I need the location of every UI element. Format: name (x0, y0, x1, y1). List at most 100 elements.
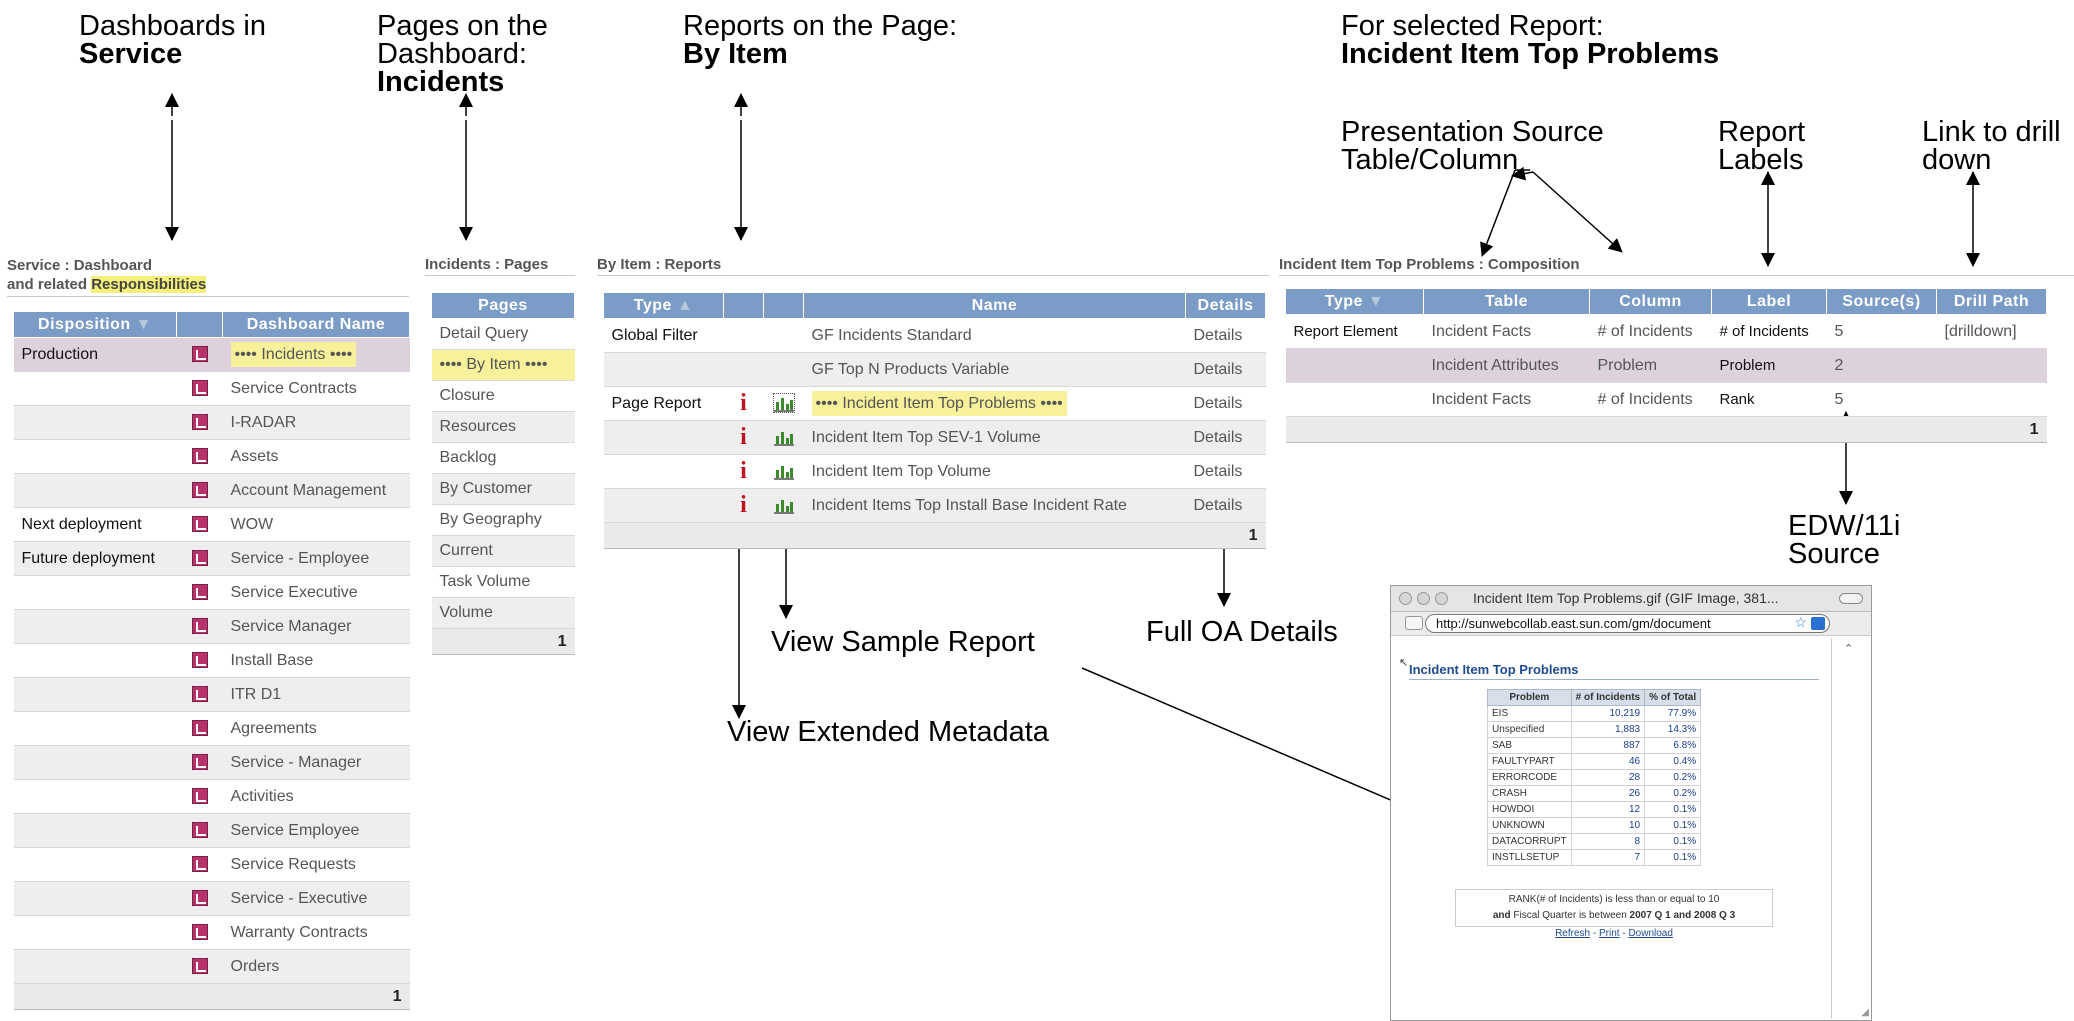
pagination[interactable]: 1 (1285, 416, 2047, 443)
edit-dashboard-icon[interactable] (191, 482, 208, 499)
dashboard-name[interactable]: Service Employee (231, 822, 360, 839)
edit-dashboard-icon[interactable] (191, 788, 208, 805)
pagination[interactable]: 1 (603, 522, 1266, 549)
table-row[interactable]: •••• By Item •••• (431, 349, 575, 381)
url-field[interactable]: http://sunwebcollab.east.sun.com/gm/docu… (1425, 614, 1830, 633)
column-header-type[interactable]: Type ▼ (1285, 288, 1424, 315)
dashboard-name[interactable]: Service - Employee (231, 550, 370, 567)
column-header-disposition[interactable]: Disposition ▼ (13, 311, 177, 338)
page-item[interactable]: •••• By Item •••• (440, 356, 548, 373)
dashboard-name[interactable]: Service Manager (231, 618, 352, 635)
dashboard-name[interactable]: Activities (231, 788, 294, 805)
table-row[interactable]: Agreements (13, 711, 410, 746)
dashboard-name[interactable]: Service - Executive (231, 890, 368, 907)
scroll-up-icon[interactable]: ⌃ (1844, 642, 1853, 655)
page-item[interactable]: By Geography (440, 511, 542, 528)
details-link[interactable]: Details (1185, 352, 1266, 387)
info-icon[interactable]: i (740, 458, 747, 484)
edit-dashboard-icon[interactable] (191, 448, 208, 465)
dashboard-name[interactable]: Warranty Contracts (231, 924, 368, 941)
table-row[interactable]: By Geography (431, 504, 575, 536)
table-row[interactable]: Service Requests (13, 847, 410, 882)
table-row[interactable]: Task Volume (431, 566, 575, 598)
table-row[interactable]: Backlog (431, 442, 575, 474)
edit-dashboard-icon[interactable] (191, 652, 208, 669)
drilldown-link[interactable] (1936, 348, 2047, 383)
zoom-window-icon[interactable] (1435, 592, 1448, 605)
report-name[interactable]: Incident Items Top Install Base Incident… (812, 497, 1127, 514)
details-link[interactable]: Details (1185, 488, 1266, 523)
edit-dashboard-icon[interactable] (191, 720, 208, 737)
table-row[interactable]: Assets (13, 439, 410, 474)
table-row[interactable]: i Incident Items Top Install Base Inciden… (603, 488, 1266, 523)
column-header-column[interactable]: Column (1589, 288, 1712, 315)
info-icon[interactable]: i (740, 390, 747, 416)
column-header-drill-path[interactable]: Drill Path (1936, 288, 2047, 315)
table-row[interactable]: Orders (13, 949, 410, 984)
feed-icon[interactable] (1811, 617, 1825, 630)
table-row[interactable]: By Customer (431, 473, 575, 505)
edit-dashboard-icon[interactable] (191, 414, 208, 431)
report-name[interactable]: GF Top N Products Variable (812, 361, 1010, 378)
table-row[interactable]: Service - Manager (13, 745, 410, 780)
bar-chart-icon[interactable] (773, 496, 794, 515)
column-header-dashboard-name[interactable]: Dashboard Name (222, 311, 410, 338)
table-row[interactable]: ITR D1 (13, 677, 410, 712)
dashboard-name[interactable]: I-RADAR (231, 414, 297, 431)
dashboard-name[interactable]: Service Requests (231, 856, 356, 873)
dashboard-name[interactable]: Account Management (231, 482, 387, 499)
table-row[interactable]: Account Management (13, 473, 410, 508)
dashboard-name[interactable]: Assets (231, 448, 279, 465)
page-item[interactable]: By Customer (440, 480, 532, 497)
print-link[interactable]: Print (1599, 928, 1620, 939)
column-header-sources[interactable]: Source(s) (1826, 288, 1937, 315)
table-row[interactable]: Global Filter GF Incidents Standard Detail… (603, 318, 1266, 353)
edit-dashboard-icon[interactable] (191, 686, 208, 703)
details-link[interactable]: Details (1185, 454, 1266, 489)
edit-dashboard-icon[interactable] (191, 958, 208, 975)
edit-dashboard-icon[interactable] (191, 618, 208, 635)
column-header-type[interactable]: Type ▲ (603, 292, 724, 319)
close-window-icon[interactable] (1399, 592, 1412, 605)
report-name[interactable]: •••• Incident Item Top Problems •••• (811, 390, 1067, 416)
page-item[interactable]: Resources (440, 418, 516, 435)
details-link[interactable]: Details (1185, 386, 1266, 421)
page-item[interactable]: Current (440, 542, 493, 559)
page-item[interactable]: Task Volume (440, 573, 531, 590)
resize-grip-icon[interactable]: ◢ (1861, 1007, 1869, 1018)
table-row[interactable]: Detail Query (431, 318, 575, 350)
dashboard-name[interactable]: ITR D1 (231, 686, 282, 703)
details-link[interactable]: Details (1185, 318, 1266, 353)
report-name[interactable]: Incident Item Top SEV-1 Volume (812, 429, 1041, 446)
table-row[interactable]: GF Top N Products Variable Details (603, 352, 1266, 387)
scrollbar[interactable]: ⌃ (1831, 638, 1872, 1018)
edit-dashboard-icon[interactable] (191, 856, 208, 873)
edit-dashboard-icon[interactable] (191, 754, 208, 771)
dashboard-name[interactable]: Service Contracts (231, 380, 357, 397)
edit-dashboard-icon[interactable] (191, 346, 208, 363)
table-row[interactable]: Service Manager (13, 609, 410, 644)
table-row[interactable]: Volume (431, 597, 575, 629)
table-row[interactable]: Resources (431, 411, 575, 443)
source-cell[interactable]: 5 (1826, 382, 1937, 417)
info-icon[interactable]: i (740, 492, 747, 518)
page-item[interactable]: Detail Query (440, 325, 529, 342)
edit-dashboard-icon[interactable] (191, 924, 208, 941)
table-row[interactable]: Closure (431, 380, 575, 412)
table-row[interactable]: i Incident Item Top Volume Details (603, 454, 1266, 489)
dashboard-name[interactable]: WOW (231, 516, 274, 533)
table-row[interactable]: Next deployment WOW (13, 507, 410, 542)
source-cell[interactable]: 2 (1826, 348, 1937, 383)
dashboard-name[interactable]: Service - Manager (231, 754, 362, 771)
column-header-table[interactable]: Table (1423, 288, 1590, 315)
table-row[interactable]: Service Employee (13, 813, 410, 848)
edit-dashboard-icon[interactable] (191, 550, 208, 567)
pagination[interactable]: 1 (431, 628, 575, 655)
edit-dashboard-icon[interactable] (191, 516, 208, 533)
page-item[interactable]: Backlog (440, 449, 497, 466)
source-cell[interactable]: 5 (1826, 314, 1937, 349)
table-row[interactable]: Page Report i •••• Incident Item Top Probl… (603, 386, 1266, 421)
bar-chart-icon[interactable] (773, 462, 794, 481)
toolbar-toggle-icon[interactable] (1839, 593, 1863, 604)
table-row[interactable]: Warranty Contracts (13, 915, 410, 950)
